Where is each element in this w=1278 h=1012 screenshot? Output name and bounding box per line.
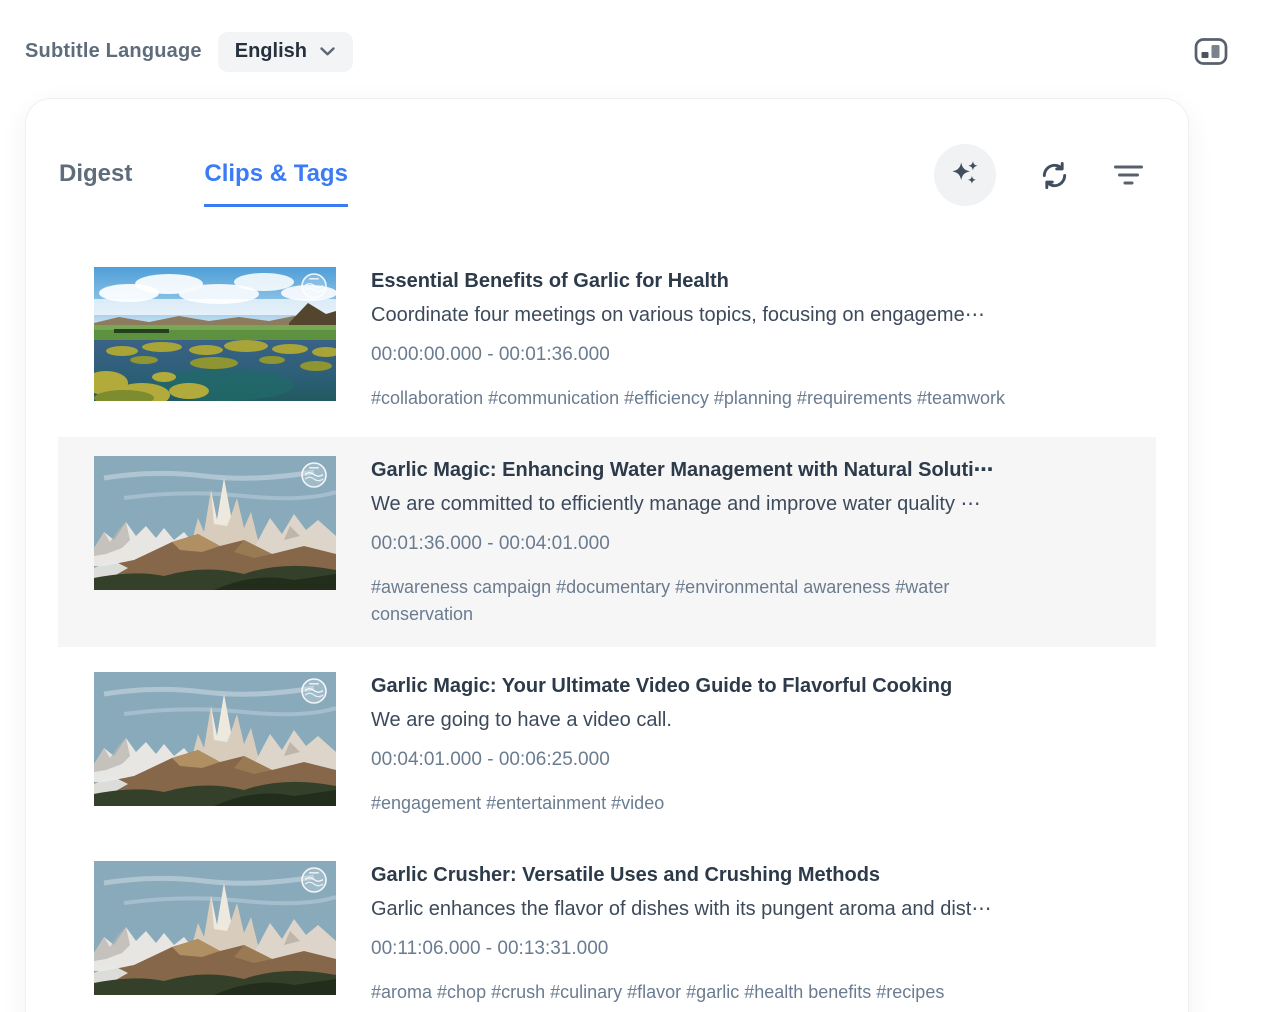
clip-time-range: 00:11:06.000 - 00:13:31.000 [371,938,609,959]
clips-card: Digest Clips & Tags Essential Benefits o… [25,98,1189,1012]
tab-clips-and-tags[interactable]: Clips & Tags [204,159,348,207]
clip-thumbnail[interactable] [94,267,336,401]
clip-row[interactable]: Garlic Magic: Enhancing Water Management… [58,437,1156,647]
clip-list: Essential Benefits of Garlic for Health … [26,248,1188,1012]
clip-time-range: 00:04:01.000 - 00:06:25.000 [371,749,610,770]
clip-title: Garlic Magic: Your Ultimate Video Guide … [371,675,953,697]
clip-description: We are committed to efficiently manage a… [371,493,981,515]
language-selector[interactable]: English [217,31,353,72]
clip-tags: #awareness campaign #documentary #enviro… [371,577,950,624]
clip-content: Essential Benefits of Garlic for Health … [371,267,1061,412]
panel-layout-toggle-button[interactable] [1192,34,1230,69]
wetland-lake-thumbnail-image [94,267,336,401]
clip-title: Essential Benefits of Garlic for Health [371,270,729,292]
card-header: Digest Clips & Tags [26,99,1188,207]
clip-description: Garlic enhances the flavor of dishes wit… [371,898,992,920]
clip-time-range: 00:00:00.000 - 00:01:36.000 [371,344,610,365]
clip-content: Garlic Crusher: Versatile Uses and Crush… [371,861,1061,1006]
clip-row[interactable]: Garlic Crusher: Versatile Uses and Crush… [58,842,1156,1012]
clip-time-range: 00:01:36.000 - 00:04:01.000 [371,533,610,554]
watermark-badge [301,678,327,704]
watermark-badge [301,273,327,299]
filter-button[interactable] [1113,163,1144,188]
clip-description: We are going to have a video call. [371,709,672,731]
mountain-peaks-thumbnail-image [94,456,336,590]
ai-sparkles-button[interactable] [934,144,996,206]
clip-title: Garlic Crusher: Versatile Uses and Crush… [371,864,881,886]
clip-content: Garlic Magic: Enhancing Water Management… [371,456,1061,628]
clip-tags: #aroma #chop #crush #culinary #flavor #g… [371,982,945,1002]
clip-title: Garlic Magic: Enhancing Water Management… [371,459,994,481]
clip-thumbnail[interactable] [94,672,336,806]
refresh-button[interactable] [1038,159,1071,192]
clip-description: Coordinate four meetings on various topi… [371,304,985,326]
clip-thumbnail[interactable] [94,861,336,995]
card-toolbar [934,99,1144,206]
language-value: English [234,40,307,62]
clip-thumbnail[interactable] [94,456,336,590]
layout-panel-icon [1194,36,1228,67]
filter-icon [1113,163,1144,188]
mountain-peaks-thumbnail-image [94,861,336,995]
tab-digest[interactable]: Digest [59,159,132,207]
tab-bar: Digest Clips & Tags [59,99,348,207]
sparkles-icon [948,158,982,192]
clip-row[interactable]: Garlic Magic: Your Ultimate Video Guide … [58,653,1156,836]
clip-content: Garlic Magic: Your Ultimate Video Guide … [371,672,1061,817]
refresh-icon [1038,159,1071,192]
chevron-down-icon [319,46,336,57]
watermark-badge [301,867,327,893]
mountain-peaks-thumbnail-image [94,672,336,806]
clip-tags: #engagement #entertainment #video [371,793,665,813]
top-bar: Subtitle Language English [0,0,1278,72]
clip-tags: #collaboration #communication #efficienc… [371,388,1006,408]
clip-row[interactable]: Essential Benefits of Garlic for Health … [58,248,1156,431]
watermark-badge [301,462,327,488]
subtitle-language-label: Subtitle Language [25,40,202,62]
